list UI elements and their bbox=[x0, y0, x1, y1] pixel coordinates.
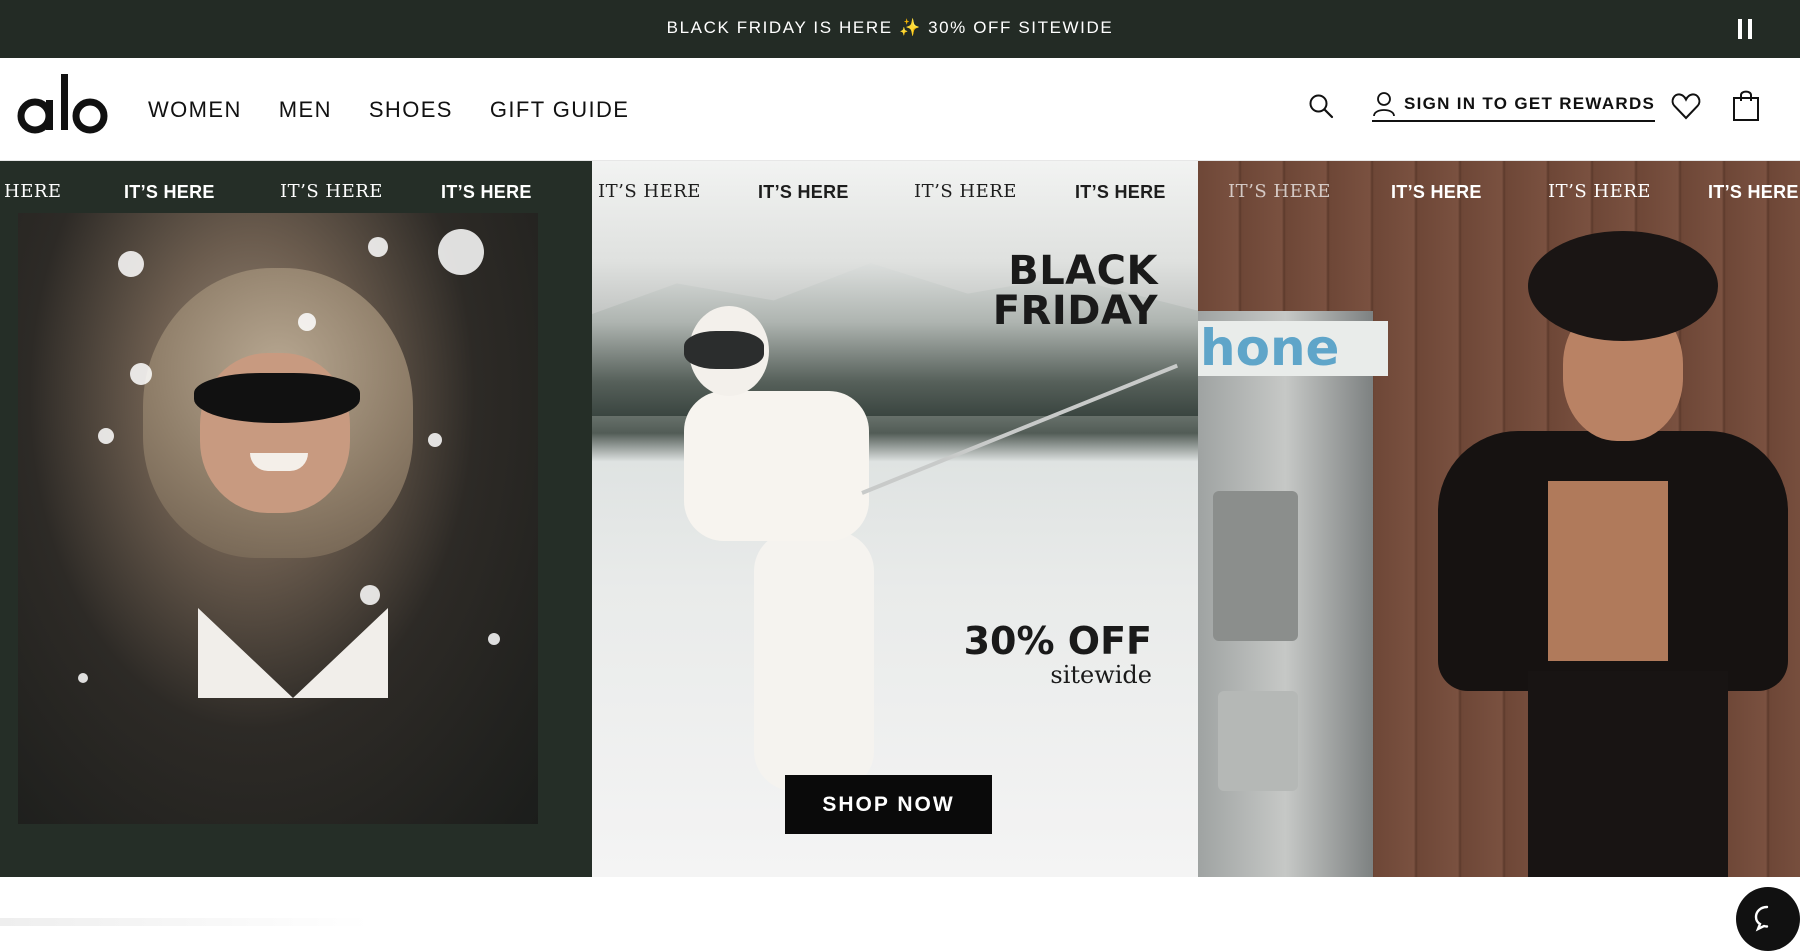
nav-shoes[interactable]: SHOES bbox=[369, 97, 453, 123]
snowflake bbox=[368, 237, 388, 257]
announcement-text[interactable]: BLACK FRIDAY IS HERE ✨ 30% OFF SITEWIDE bbox=[0, 0, 1780, 58]
ticker-text: IT’S HERE bbox=[1228, 181, 1331, 202]
user-icon bbox=[1372, 91, 1396, 117]
pause-icon[interactable] bbox=[1737, 19, 1753, 39]
sign-in-rewards-link[interactable]: SIGN IN TO GET REWARDS bbox=[1372, 90, 1656, 122]
hero-photo-fur-hat bbox=[18, 213, 538, 824]
snowflake bbox=[78, 673, 88, 683]
white-top bbox=[198, 608, 388, 698]
sunglasses bbox=[194, 373, 360, 423]
ticker-text: IT’S HERE bbox=[914, 181, 1017, 202]
model-smile bbox=[250, 453, 308, 471]
payphone-coinbox bbox=[1218, 691, 1298, 791]
alo-logo[interactable] bbox=[16, 66, 110, 142]
ticker-text: IT’S HERE bbox=[124, 182, 215, 202]
hero-panel-center[interactable]: IT’S HERE IT’S HERE IT’S HERE IT’S HERE … bbox=[592, 161, 1198, 877]
hero-banner: HERE IT’S HERE IT’S HERE IT’S HERE IT’S … bbox=[0, 161, 1800, 877]
discount-subtitle: sitewide bbox=[1050, 661, 1152, 689]
heart-icon[interactable] bbox=[1671, 92, 1701, 120]
snowflake bbox=[438, 229, 484, 275]
ticker-text: IT’S HERE bbox=[441, 182, 532, 202]
hero-panel-left[interactable]: HERE IT’S HERE IT’S HERE IT’S HERE bbox=[0, 161, 592, 877]
sign-in-label: SIGN IN TO GET REWARDS bbox=[1404, 94, 1656, 113]
skier-model bbox=[684, 306, 904, 826]
phone-booth-sign: hone bbox=[1198, 321, 1388, 376]
search-icon[interactable] bbox=[1308, 93, 1334, 119]
ticker-strip: IT’S HERE IT’S HERE IT’S HERE IT’S HERE bbox=[1198, 179, 1800, 205]
ticker-text: HERE bbox=[4, 181, 62, 202]
announcement-bar: BLACK FRIDAY IS HERE ✨ 30% OFF SITEWIDE bbox=[0, 0, 1800, 58]
model-fur-jacket bbox=[1398, 231, 1788, 877]
black-friday-headline: BLACK FRIDAY bbox=[993, 251, 1158, 331]
nav-women[interactable]: WOMEN bbox=[148, 97, 242, 123]
ticker-text: IT’S HERE bbox=[598, 181, 701, 202]
ticker-strip: HERE IT’S HERE IT’S HERE IT’S HERE bbox=[0, 179, 592, 205]
snowflake bbox=[428, 433, 442, 447]
nav-men[interactable]: MEN bbox=[279, 97, 332, 123]
discount-headline: 30% OFF bbox=[963, 619, 1152, 663]
ticker-text: IT’S HERE bbox=[1075, 182, 1166, 202]
ticker-text: IT’S HERE bbox=[1391, 182, 1482, 202]
snowflake bbox=[298, 313, 316, 331]
ticker-text: IT’S HERE bbox=[280, 181, 383, 202]
next-section-edge bbox=[0, 918, 370, 926]
bag-icon[interactable] bbox=[1732, 89, 1760, 122]
hero-panel-right[interactable]: hone IT’S HERE IT’S HERE IT’S HERE IT’S … bbox=[1198, 161, 1800, 877]
snowflake bbox=[118, 251, 144, 277]
ticker-strip: IT’S HERE IT’S HERE IT’S HERE IT’S HERE bbox=[592, 179, 1198, 205]
chat-icon[interactable] bbox=[1736, 887, 1800, 951]
shop-now-button[interactable]: SHOP NOW bbox=[785, 775, 992, 834]
ticker-text: IT’S HERE bbox=[1548, 181, 1651, 202]
main-nav: WOMEN MEN SHOES GIFT GUIDE bbox=[148, 58, 666, 161]
snowflake bbox=[98, 428, 114, 444]
snowflake bbox=[488, 633, 500, 645]
nav-gift-guide[interactable]: GIFT GUIDE bbox=[490, 97, 630, 123]
site-header: WOMEN MEN SHOES GIFT GUIDE SIGN IN TO GE… bbox=[0, 58, 1800, 161]
payphone-keypad bbox=[1213, 491, 1298, 641]
headline-line: FRIDAY bbox=[992, 288, 1158, 334]
ticker-text: IT’S HERE bbox=[1708, 182, 1799, 202]
ticker-text: IT’S HERE bbox=[758, 182, 849, 202]
snowflake bbox=[360, 585, 380, 605]
snowflake bbox=[130, 363, 152, 385]
headline-line: BLACK bbox=[1008, 248, 1158, 294]
